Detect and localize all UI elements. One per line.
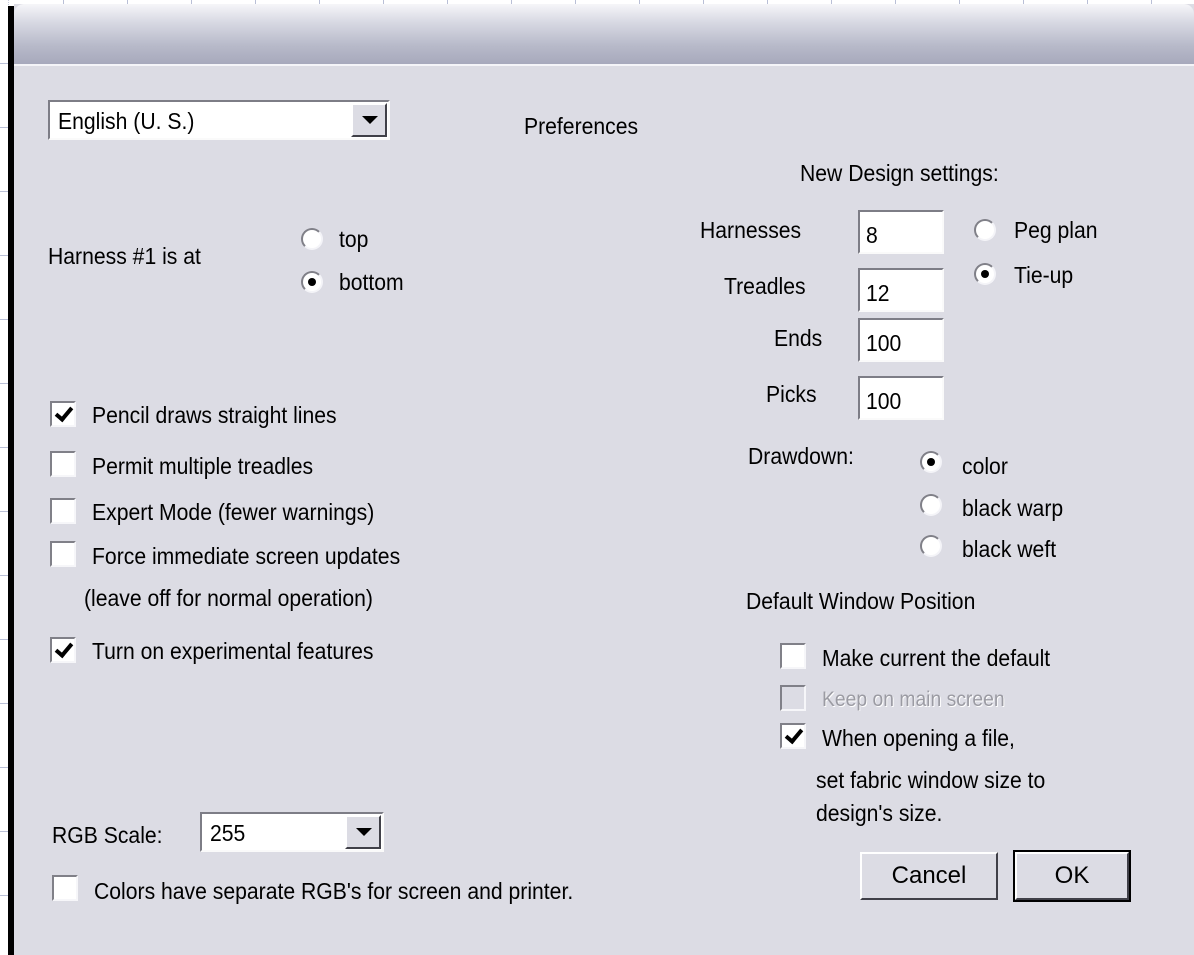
treadles-value: 12 bbox=[866, 280, 890, 306]
when-opening-checkbox[interactable] bbox=[780, 723, 806, 749]
multiple-treadles-label[interactable]: Permit multiple treadles bbox=[92, 452, 313, 480]
chevron-down-icon bbox=[356, 828, 372, 836]
ends-label: Ends bbox=[774, 325, 823, 351]
ok-button[interactable]: OK bbox=[1013, 850, 1131, 902]
rgb-scale-dropdown-button[interactable] bbox=[345, 815, 381, 849]
harness-position-label: Harness #1 is at bbox=[48, 243, 201, 269]
radio-dot bbox=[927, 458, 935, 466]
new-design-heading: New Design settings: bbox=[800, 160, 999, 186]
window-position-heading: Default Window Position bbox=[746, 588, 976, 614]
checkmark-icon bbox=[54, 402, 74, 423]
drawdown-black-warp-label[interactable]: black warp bbox=[962, 494, 1063, 522]
drawdown-label: Drawdown: bbox=[748, 443, 854, 469]
when-opening-label[interactable]: When opening a file, bbox=[822, 724, 1015, 752]
force-updates-note: (leave off for normal operation) bbox=[84, 585, 373, 611]
ends-input[interactable]: 100 bbox=[858, 318, 944, 362]
separate-rgb-label[interactable]: Colors have separate RGB's for screen an… bbox=[94, 877, 573, 905]
drawdown-color-radio[interactable] bbox=[920, 451, 942, 473]
chevron-down-icon bbox=[362, 116, 378, 124]
radio-dot bbox=[981, 270, 989, 278]
ends-value: 100 bbox=[866, 330, 902, 356]
drawdown-color-label[interactable]: color bbox=[962, 452, 1008, 480]
multiple-treadles-checkbox[interactable] bbox=[50, 451, 76, 477]
language-select-value: English (U. S.) bbox=[58, 108, 195, 134]
peg-plan-radio[interactable] bbox=[974, 219, 996, 241]
pencil-straight-lines-checkbox[interactable] bbox=[50, 401, 76, 427]
cancel-button[interactable]: Cancel bbox=[860, 852, 998, 900]
make-default-checkbox[interactable] bbox=[780, 643, 806, 669]
harness-top-radio[interactable] bbox=[301, 228, 323, 250]
preferences-dialog: English (U. S.) Preferences Harness #1 i… bbox=[14, 4, 1194, 955]
cancel-button-label: Cancel bbox=[891, 862, 967, 889]
force-updates-label[interactable]: Force immediate screen updates bbox=[92, 542, 400, 570]
treadles-input[interactable]: 12 bbox=[858, 268, 944, 312]
harness-bottom-radio[interactable] bbox=[301, 271, 323, 293]
picks-value: 100 bbox=[866, 388, 902, 414]
peg-plan-label[interactable]: Peg plan bbox=[1014, 216, 1098, 244]
drawdown-black-warp-radio[interactable] bbox=[920, 494, 942, 516]
rgb-scale-label: RGB Scale: bbox=[52, 822, 163, 848]
checkmark-icon bbox=[784, 724, 804, 745]
make-default-label[interactable]: Make current the default bbox=[822, 644, 1050, 672]
picks-input[interactable]: 100 bbox=[858, 376, 944, 420]
dialog-title: Preferences bbox=[524, 113, 639, 139]
tie-up-label[interactable]: Tie-up bbox=[1014, 261, 1073, 289]
expert-mode-checkbox[interactable] bbox=[50, 498, 76, 524]
force-updates-checkbox[interactable] bbox=[50, 541, 76, 567]
picks-label: Picks bbox=[766, 381, 817, 407]
drawdown-black-weft-label[interactable]: black weft bbox=[962, 535, 1056, 563]
harness-top-label[interactable]: top bbox=[339, 225, 368, 253]
tie-up-radio[interactable] bbox=[974, 263, 996, 285]
radio-dot bbox=[308, 278, 316, 286]
pencil-straight-lines-label[interactable]: Pencil draws straight lines bbox=[92, 401, 337, 429]
harnesses-value: 8 bbox=[866, 222, 878, 248]
language-select[interactable]: English (U. S.) bbox=[48, 100, 390, 140]
experimental-features-checkbox[interactable] bbox=[50, 637, 76, 663]
language-dropdown-button[interactable] bbox=[351, 103, 387, 137]
treadles-label: Treadles bbox=[724, 273, 806, 299]
keep-main-screen-label: Keep on main screen bbox=[822, 688, 1005, 711]
separate-rgb-checkbox[interactable] bbox=[52, 875, 78, 901]
ok-button-label: OK bbox=[1054, 862, 1090, 889]
rgb-scale-value: 255 bbox=[210, 820, 246, 846]
keep-main-screen-checkbox bbox=[780, 685, 806, 711]
checkmark-icon bbox=[54, 638, 74, 659]
harness-bottom-label[interactable]: bottom bbox=[339, 268, 404, 296]
title-bar[interactable] bbox=[14, 4, 1194, 66]
when-opening-line3: design's size. bbox=[816, 800, 943, 826]
harnesses-label: Harnesses bbox=[700, 217, 802, 243]
experimental-features-label[interactable]: Turn on experimental features bbox=[92, 637, 374, 665]
expert-mode-label[interactable]: Expert Mode (fewer warnings) bbox=[92, 498, 374, 526]
drawdown-black-weft-radio[interactable] bbox=[920, 535, 942, 557]
when-opening-line2: set fabric window size to bbox=[816, 767, 1046, 793]
harnesses-input[interactable]: 8 bbox=[858, 210, 944, 254]
rgb-scale-select[interactable]: 255 bbox=[200, 812, 384, 852]
